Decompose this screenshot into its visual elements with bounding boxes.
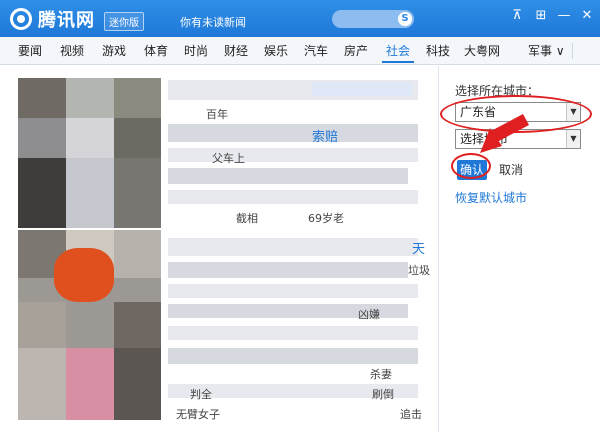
close-icon[interactable]: ✕ — [579, 8, 595, 24]
tab-entertainment[interactable]: 娱乐 — [260, 37, 292, 65]
article-fragment: 截相 — [236, 212, 258, 225]
cancel-button[interactable]: 取消 — [499, 160, 523, 180]
tab-sports[interactable]: 体育 — [140, 37, 172, 65]
tencent-logo-icon — [10, 8, 32, 30]
chevron-down-icon[interactable]: ▼ — [566, 103, 580, 121]
article-fragment: 百年 — [206, 108, 228, 121]
article-fragment: 杀妻 — [370, 368, 392, 381]
article-fragment: 垃圾 — [408, 264, 430, 277]
article-fragment: 判全 — [190, 388, 212, 401]
confirm-button[interactable]: 确认 — [457, 160, 487, 180]
minimize-icon[interactable]: — — [556, 8, 572, 24]
tab-society[interactable]: 社会 — [382, 37, 414, 65]
tab-tech[interactable]: 科技 — [422, 37, 454, 65]
search-input[interactable]: S — [332, 10, 414, 28]
tab-fashion[interactable]: 时尚 — [180, 37, 212, 65]
news-thumbnail[interactable] — [18, 230, 161, 420]
tab-yaowen[interactable]: 要闻 — [14, 37, 46, 65]
article-fragment[interactable]: 无臂女子 — [176, 406, 220, 422]
article-fragment[interactable]: 天 — [412, 238, 425, 257]
article-fragment: 69岁老 — [308, 212, 344, 225]
article-fragment: 刷倒 — [372, 388, 394, 401]
category-nav: 要闻 视频 游戏 体育 时尚 财经 娱乐 汽车 房产 社会 科技 大粤网 军事 … — [0, 37, 600, 65]
province-select[interactable]: 广东省 ▼ — [455, 102, 581, 122]
article-fragment[interactable]: 索赔 — [312, 126, 338, 145]
city-select-value: 选择城市 — [460, 132, 509, 146]
tab-more-dropdown[interactable]: 军事 ∨ — [528, 37, 565, 65]
article-list: 百年 索赔 父车上 截相 69岁老 天 垃圾 凶嫌 杀妻 判全 刷倒 无臂女子 … — [162, 66, 432, 432]
chevron-down-icon[interactable]: ▼ — [566, 130, 580, 148]
tab-finance[interactable]: 财经 — [220, 37, 252, 65]
city-select[interactable]: 选择城市 ▼ — [455, 129, 581, 149]
title-bar: 腾讯网 迷你版 你有未读新闻 S ⊼ ⊞ — ✕ — [0, 0, 600, 37]
province-select-value: 广东省 — [460, 105, 497, 119]
city-selector-panel: 选择所在城市： 广东省 ▼ 选择城市 ▼ 确认 取消 恢复默认城市 — [438, 66, 600, 432]
tab-dayue[interactable]: 大粤网 — [462, 37, 502, 65]
tab-video[interactable]: 视频 — [56, 37, 88, 65]
news-feed: 百年 索赔 父车上 截相 69岁老 天 垃圾 凶嫌 杀妻 判全 刷倒 无臂女子 … — [0, 66, 438, 432]
brand-logo[interactable]: 腾讯网 — [10, 6, 95, 32]
tab-house[interactable]: 房产 — [340, 37, 372, 65]
mini-version-badge: 迷你版 — [104, 12, 144, 31]
unread-news-link[interactable]: 你有未读新闻 — [180, 14, 246, 30]
pin-icon[interactable]: ⊼ — [509, 8, 525, 24]
article-fragment: 父车上 — [212, 152, 245, 165]
tab-auto[interactable]: 汽车 — [300, 37, 332, 65]
article-fragment: 凶嫌 — [358, 308, 380, 321]
restore-default-city-link[interactable]: 恢复默认城市 — [455, 189, 527, 206]
city-selector-label: 选择所在城市： — [455, 84, 540, 98]
brand-name: 腾讯网 — [38, 10, 95, 31]
tab-games[interactable]: 游戏 — [98, 37, 130, 65]
search-icon[interactable]: S — [398, 12, 412, 26]
article-fragment: 追击 — [400, 408, 422, 421]
nav-divider — [572, 43, 573, 59]
news-thumbnail[interactable] — [18, 78, 161, 228]
menu-icon[interactable]: ⊞ — [533, 8, 549, 24]
